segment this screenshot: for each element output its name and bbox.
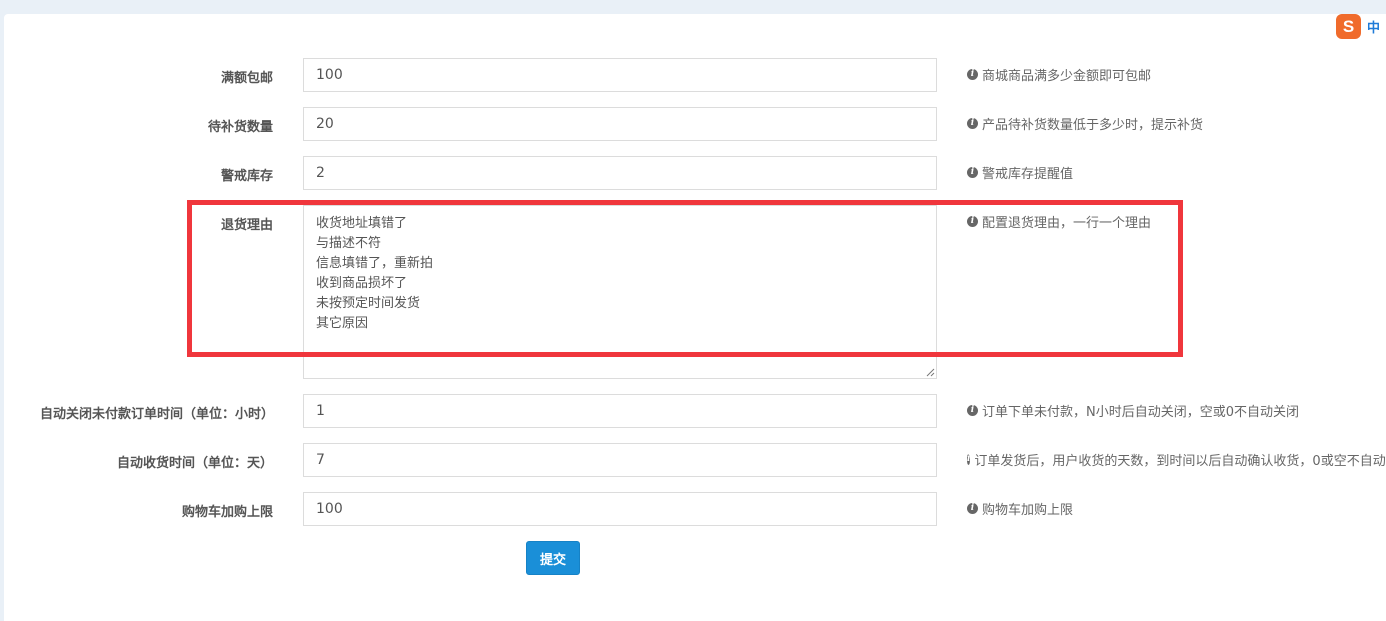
help-text: 订单下单未付款，N小时后自动关闭，空或0不自动关闭 [982,405,1299,420]
help-text: 商城商品满多少金额即可包邮 [982,69,1152,84]
help-text: 警戒库存提醒值 [982,167,1074,182]
help-cart-limit: i 购物车加购上限 [967,499,1073,518]
auto-receive-time-input[interactable] [303,443,937,477]
help-text: 购物车加购上限 [982,503,1074,518]
restock-quantity-input[interactable] [303,107,937,141]
info-icon: i [967,454,971,465]
info-icon: i [967,69,978,80]
label-warning-stock: 警戒库存 [220,169,273,184]
help-free-shipping: i 商城商品满多少金额即可包邮 [967,65,1151,84]
cart-limit-input[interactable] [303,492,937,526]
help-restock-quantity: i 产品待补货数量低于多少时，提示补货 [967,114,1203,133]
ime-indicator[interactable]: S 中 [1336,14,1380,39]
help-text: 产品待补货数量低于多少时，提示补货 [982,118,1204,133]
info-icon: i [967,405,978,416]
ime-mode-label: 中 [1367,21,1381,36]
highlight-annotation-box [187,200,1183,357]
auto-close-time-input[interactable] [303,394,937,428]
help-warning-stock: i 警戒库存提醒值 [967,163,1073,182]
label-cart-limit: 购物车加购上限 [181,505,273,520]
info-icon: i [967,503,978,514]
help-auto-close-time: i 订单下单未付款，N小时后自动关闭，空或0不自动关闭 [967,401,1299,420]
label-restock-quantity: 待补货数量 [207,120,273,135]
info-icon: i [967,167,978,178]
submit-button[interactable]: 提交 [526,541,580,575]
sogou-logo-icon: S [1336,14,1361,39]
free-shipping-input[interactable] [303,58,937,92]
label-auto-receive-time: 自动收货时间（单位：天） [116,456,273,471]
resize-handle-icon[interactable] [925,367,935,377]
help-text: 订单发货后，用户收货的天数，到时间以后自动确认收货，0或空不自动收货 [974,454,1386,469]
warning-stock-input[interactable] [303,156,937,190]
label-free-shipping: 满额包邮 [220,71,273,86]
info-icon: i [967,118,978,129]
label-auto-close-time: 自动关闭未付款订单时间（单位：小时） [39,407,274,422]
help-auto-receive-time: i 订单发货后，用户收货的天数，到时间以后自动确认收货，0或空不自动收货 [967,450,1386,469]
